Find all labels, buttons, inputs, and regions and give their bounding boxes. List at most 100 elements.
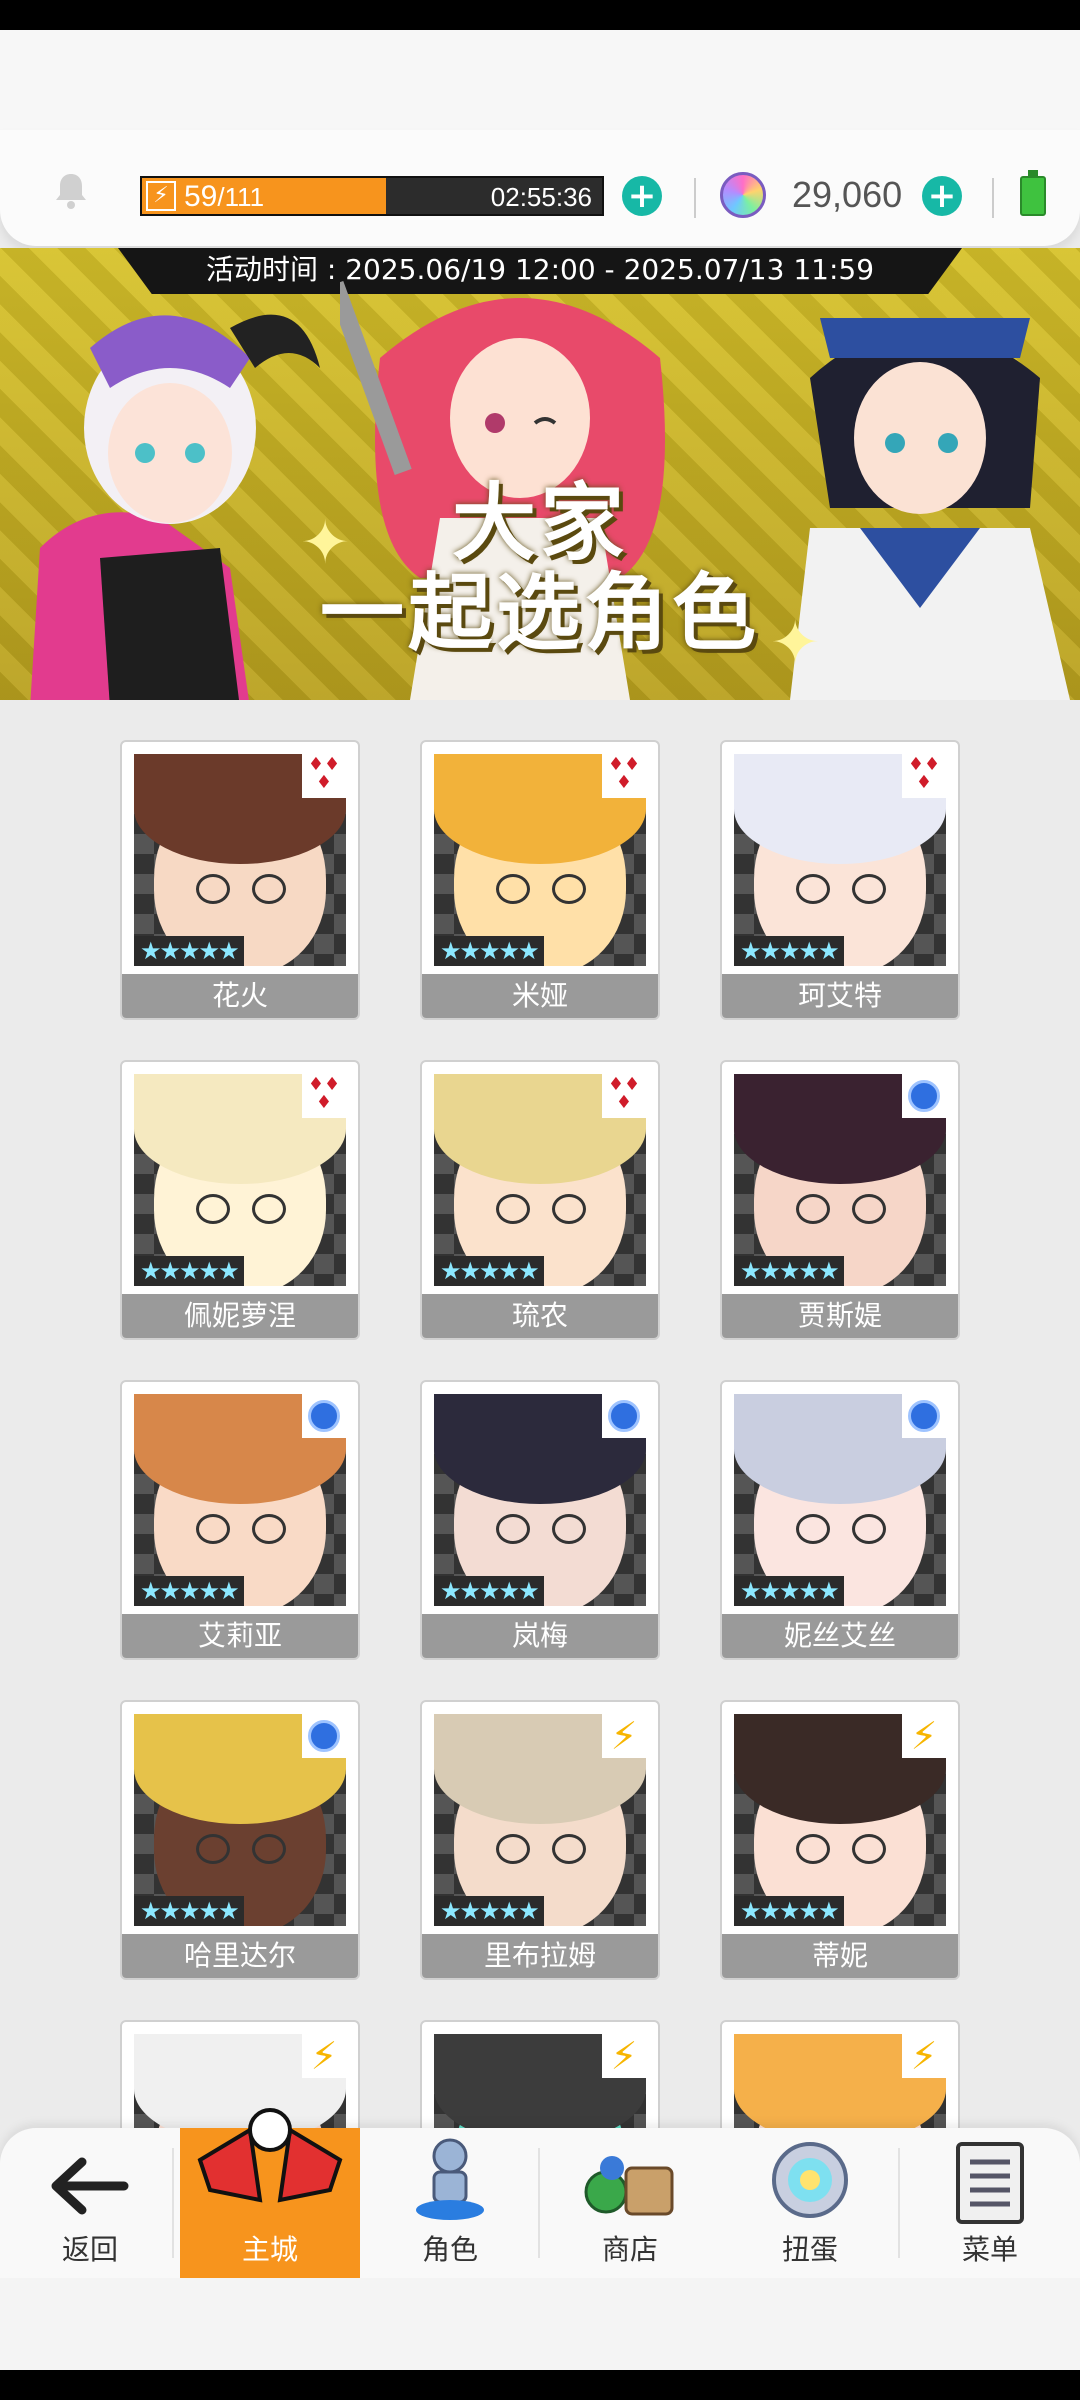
star-rating: ★★★★★	[134, 1576, 244, 1606]
portrait-eye	[252, 1194, 286, 1224]
star-rating: ★★★★★	[434, 1576, 544, 1606]
character-card[interactable]: ★★★★★ 哈里达尔	[120, 1700, 360, 1980]
portrait-eye	[196, 1514, 230, 1544]
event-banner[interactable]: 活动时间 : 2025.06/19 12:00 - 2025.07/13 11:…	[0, 248, 1080, 700]
rarity-red-icon	[302, 754, 346, 798]
notification-bell-icon[interactable]	[50, 170, 92, 212]
star-rating: ★★★★★	[734, 936, 844, 966]
back-arrow-icon	[51, 2157, 129, 2215]
rarity-blue-icon	[302, 1714, 346, 1758]
nav-label-main-city: 主城	[241, 2233, 298, 2266]
character-icon	[416, 2138, 484, 2220]
character-name: 米娅	[422, 974, 658, 1018]
character-card[interactable]: ★★★★★ 妮丝艾丝	[720, 1380, 960, 1660]
resource-bar: ⚡ 59/111 02:55:36 + 29,060 +	[0, 130, 1080, 246]
character-card[interactable]: ★★★★★ 贾斯媞	[720, 1060, 960, 1340]
portrait-eye	[852, 874, 886, 904]
star-rating: ★★★★★	[434, 1256, 544, 1286]
portrait-eye	[552, 1514, 586, 1544]
character-card[interactable]: ⚡ ★★★★★ 蒂妮	[720, 1700, 960, 1980]
portrait-eye	[852, 1834, 886, 1864]
nav-main-city[interactable]: 主城	[180, 2108, 360, 2278]
add-gem-button[interactable]: +	[922, 176, 962, 216]
energy-timer: 02:55:36	[490, 182, 592, 212]
portrait-eye	[852, 1514, 886, 1544]
portrait-eye	[196, 1194, 230, 1224]
character-name: 琉农	[422, 1294, 658, 1338]
star-rating: ★★★★★	[434, 936, 544, 966]
rarity-blue-icon	[902, 1074, 946, 1118]
character-card[interactable]: ★★★★★ 琉农	[420, 1060, 660, 1340]
bottom-strip	[0, 2278, 1080, 2370]
character-card[interactable]: ★★★★★ 珂艾特	[720, 740, 960, 1020]
character-card[interactable]: ★★★★★ 佩妮萝涅	[120, 1060, 360, 1340]
portrait-eye	[796, 874, 830, 904]
energy-max: /111	[217, 182, 265, 212]
character-name: 珂艾特	[722, 974, 958, 1018]
divider	[694, 178, 696, 218]
nav-gacha[interactable]: 扭蛋	[720, 2128, 900, 2278]
star-rating: ★★★★★	[134, 1896, 244, 1926]
star-rating: ★★★★★	[134, 936, 244, 966]
portrait-eye	[552, 1834, 586, 1864]
character-name: 岚梅	[422, 1614, 658, 1658]
nav-label-menu: 菜单	[961, 2233, 1018, 2266]
rarity-blue-icon	[902, 1394, 946, 1438]
main-city-icon	[197, 2108, 343, 2203]
energy-gauge: ⚡ 59/111 02:55:36	[140, 176, 604, 216]
rarity-bolt-icon: ⚡	[602, 2034, 646, 2078]
character-name: 艾莉亚	[122, 1614, 358, 1658]
add-energy-button[interactable]: +	[622, 176, 662, 216]
character-card[interactable]: ★★★★★ 岚梅	[420, 1380, 660, 1660]
character-name: 花火	[122, 974, 358, 1018]
rarity-red-icon	[602, 754, 646, 798]
rarity-red-icon	[602, 1074, 646, 1118]
portrait-eye	[496, 1194, 530, 1224]
character-card[interactable]: ⚡ ★★★★★ 里布拉姆	[420, 1700, 660, 1980]
portrait-eye	[552, 1194, 586, 1224]
energy-current: 59	[184, 180, 218, 213]
character-card[interactable]: ★★★★★ 艾莉亚	[120, 1380, 360, 1660]
character-name: 贾斯媞	[722, 1294, 958, 1338]
rarity-bolt-icon: ⚡	[602, 1714, 646, 1758]
rarity-red-icon	[902, 754, 946, 798]
bottom-nav: 返回 主城 角色 商店 扭蛋 菜单	[0, 2108, 1080, 2278]
system-nav-bar	[0, 2370, 1080, 2400]
nav-character[interactable]: 角色	[360, 2128, 540, 2278]
nav-menu[interactable]: 菜单	[900, 2128, 1080, 2278]
rarity-bolt-icon: ⚡	[902, 1714, 946, 1758]
star-rating: ★★★★★	[734, 1256, 844, 1286]
portrait-eye	[552, 874, 586, 904]
star-rating: ★★★★★	[134, 1256, 244, 1286]
nav-label-back: 返回	[61, 2233, 118, 2266]
rarity-bolt-icon: ⚡	[902, 2034, 946, 2078]
gem-icon	[720, 172, 766, 218]
portrait-eye	[196, 1834, 230, 1864]
divider	[992, 178, 994, 218]
portrait-eye	[196, 874, 230, 904]
rarity-blue-icon	[602, 1394, 646, 1438]
nav-label-gacha: 扭蛋	[781, 2233, 838, 2266]
star-rating: ★★★★★	[734, 1896, 844, 1926]
rarity-bolt-icon: ⚡	[302, 2034, 346, 2078]
nav-shop[interactable]: 商店	[540, 2128, 720, 2278]
character-card[interactable]: ★★★★★ 米娅	[420, 740, 660, 1020]
portrait-eye	[252, 874, 286, 904]
rarity-blue-icon	[302, 1394, 346, 1438]
character-name: 哈里达尔	[122, 1934, 358, 1978]
battery-icon	[1020, 170, 1046, 216]
character-card[interactable]: ★★★★★ 花火	[120, 740, 360, 1020]
portrait-eye	[796, 1194, 830, 1224]
gem-count: 29,060	[792, 174, 903, 215]
portrait-eye	[852, 1194, 886, 1224]
energy-count: 59/111	[184, 180, 264, 214]
lightning-icon: ⚡	[146, 181, 176, 211]
portrait-eye	[496, 1514, 530, 1544]
nav-label-character: 角色	[421, 2233, 478, 2266]
star-rating: ★★★★★	[734, 1576, 844, 1606]
nav-back[interactable]: 返回	[0, 2128, 180, 2278]
portrait-eye	[252, 1834, 286, 1864]
portrait-eye	[252, 1514, 286, 1544]
portrait-eye	[796, 1834, 830, 1864]
character-name: 佩妮萝涅	[122, 1294, 358, 1338]
